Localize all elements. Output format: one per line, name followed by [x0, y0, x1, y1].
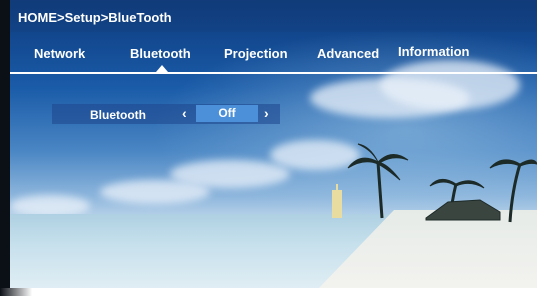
- bluetooth-setting-row[interactable]: Bluetooth ‹ Off ›: [52, 104, 280, 124]
- screen-bezel: [0, 0, 10, 296]
- tab-divider: [10, 72, 537, 74]
- screen-bottom-edge: [0, 288, 537, 296]
- bluetooth-setting-label: Bluetooth: [90, 108, 146, 122]
- tv-screen: HOME>Setup>BlueTooth Network Bluetooth P…: [0, 0, 537, 296]
- chevron-left-icon[interactable]: ‹: [182, 105, 187, 121]
- tab-bar: Network Bluetooth Projection Advanced In…: [10, 36, 537, 74]
- tab-advanced[interactable]: Advanced: [317, 46, 379, 61]
- breadcrumb: HOME>Setup>BlueTooth: [18, 10, 172, 25]
- bluetooth-value[interactable]: Off: [196, 105, 258, 122]
- tab-bluetooth[interactable]: Bluetooth: [130, 46, 191, 61]
- tab-projection[interactable]: Projection: [224, 46, 288, 61]
- tab-network[interactable]: Network: [34, 46, 85, 61]
- palm-trees: [332, 143, 537, 223]
- tab-information[interactable]: Information: [398, 44, 470, 59]
- title-bar: HOME>Setup>BlueTooth: [10, 0, 537, 32]
- chevron-right-icon[interactable]: ›: [264, 105, 269, 121]
- caret-up-icon: [156, 65, 168, 72]
